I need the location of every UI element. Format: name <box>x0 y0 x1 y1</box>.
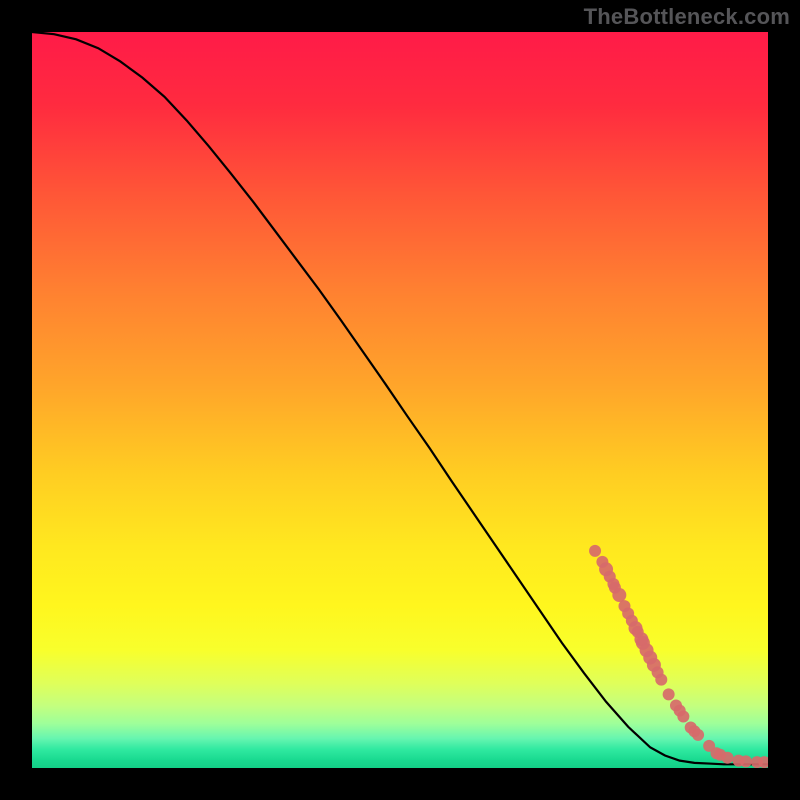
data-point <box>655 674 667 686</box>
data-point <box>612 588 626 602</box>
chart-svg <box>32 32 768 768</box>
watermark-text: TheBottleneck.com <box>584 4 790 30</box>
data-point <box>692 729 704 741</box>
data-point <box>677 710 689 722</box>
gradient-background <box>32 32 768 768</box>
data-point <box>663 688 675 700</box>
data-point <box>589 545 601 557</box>
chart-frame: TheBottleneck.com <box>0 0 800 800</box>
data-point <box>722 752 734 764</box>
plot-area <box>32 32 768 768</box>
data-point <box>740 755 752 767</box>
